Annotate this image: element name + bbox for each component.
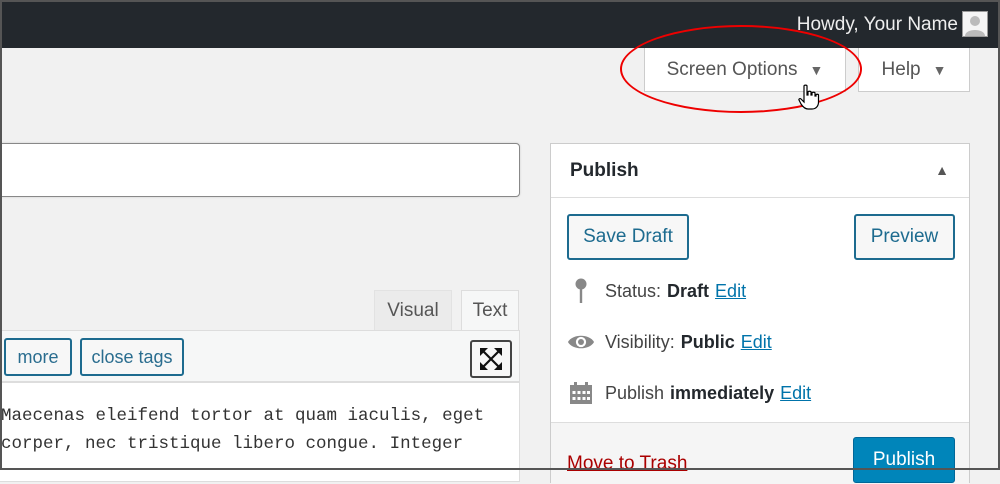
post-title-input[interactable] bbox=[0, 143, 520, 197]
visibility-label: Visibility: bbox=[605, 331, 675, 352]
status-label: Status: bbox=[605, 280, 662, 301]
status-value: Draft bbox=[667, 280, 710, 301]
collapse-toggle-icon[interactable]: ▲ bbox=[935, 162, 949, 178]
tab-visual[interactable]: Visual bbox=[374, 290, 452, 330]
help-label: Help bbox=[881, 58, 921, 80]
post-status-row: Status: Draft Edit bbox=[567, 278, 746, 304]
pin-icon bbox=[567, 278, 595, 304]
quicktags-toolbar bbox=[0, 330, 520, 382]
edit-status-link[interactable]: Edit bbox=[715, 281, 746, 302]
preview-button[interactable]: Preview bbox=[854, 214, 955, 260]
publish-actions: Move to Trash Publish bbox=[551, 422, 969, 484]
publish-schedule-row: Publish immediately Edit bbox=[567, 380, 811, 406]
help-button[interactable]: Help ▼ bbox=[858, 48, 970, 92]
more-button[interactable]: more bbox=[4, 338, 72, 376]
eye-icon bbox=[567, 329, 595, 355]
hand-pointer-cursor-icon bbox=[798, 84, 820, 110]
publish-box-header[interactable]: Publish ▲ bbox=[551, 144, 969, 198]
calendar-icon bbox=[567, 380, 595, 406]
tab-text[interactable]: Text bbox=[461, 290, 519, 330]
fullscreen-button[interactable] bbox=[470, 340, 512, 378]
highlight-circle bbox=[620, 25, 862, 113]
edit-visibility-link[interactable]: Edit bbox=[741, 332, 772, 353]
admin-bar: Howdy, Your Name bbox=[0, 0, 1000, 48]
expand-icon bbox=[480, 348, 502, 370]
edit-schedule-link[interactable]: Edit bbox=[780, 383, 811, 404]
publish-box: Publish ▲ Save Draft Preview Status: Dra… bbox=[550, 143, 970, 484]
move-to-trash-link[interactable]: Move to Trash bbox=[567, 453, 687, 475]
publish-box-title: Publish bbox=[570, 160, 639, 181]
caret-down-icon: ▼ bbox=[932, 61, 947, 78]
publish-value: immediately bbox=[670, 382, 775, 403]
content-line: Maecenas eleifend tortor at quam iaculis… bbox=[1, 406, 485, 426]
visibility-row: Visibility: Public Edit bbox=[567, 329, 772, 355]
save-draft-button[interactable]: Save Draft bbox=[567, 214, 689, 260]
publish-button[interactable]: Publish bbox=[853, 437, 955, 483]
avatar[interactable] bbox=[962, 11, 988, 37]
user-silhouette-icon bbox=[965, 16, 985, 36]
close-tags-button[interactable]: close tags bbox=[80, 338, 184, 376]
howdy-greeting[interactable]: Howdy, Your Name bbox=[797, 14, 958, 36]
publish-label: Publish bbox=[605, 382, 665, 403]
content-line: corper, nec tristique libero congue. Int… bbox=[1, 434, 464, 454]
visibility-value: Public bbox=[680, 331, 735, 352]
post-content-textarea[interactable]: Maecenas eleifend tortor at quam iaculis… bbox=[0, 382, 520, 482]
